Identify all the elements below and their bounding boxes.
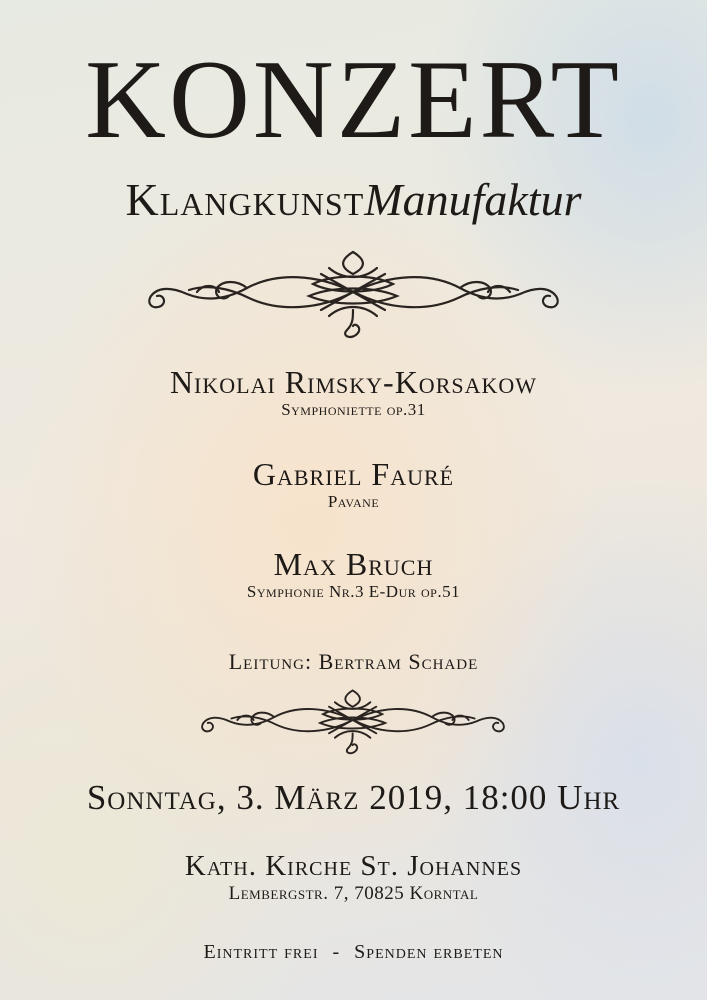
flourish-icon — [148, 250, 559, 339]
ensemble-name-italic: Manufaktur — [364, 174, 582, 225]
work-2: Pavane — [327, 492, 380, 511]
admission-note: Eintritt frei - Spenden erbeten — [0, 940, 707, 964]
concert-datetime: Sonntag, 3. März 2019, 18:00 Uhr — [86, 778, 621, 817]
venue-name: Kath. Kirche St. Johannes — [184, 850, 523, 882]
composer-3: Max Bruch — [273, 546, 434, 582]
poster-title: KONZERT — [85, 38, 622, 162]
concert-poster: KONZERT KlangkunstManufaktur Nikolai Rim… — [0, 0, 707, 1000]
donations-requested: Spenden erbeten — [354, 941, 504, 963]
ensemble-name-caps: Klangkunst — [125, 174, 365, 225]
flourish-icon — [201, 689, 505, 755]
composer-2: Gabriel Fauré — [252, 456, 455, 492]
flourish-ornament-top — [137, 244, 570, 340]
composer-1: Nikolai Rimsky-Korsakow — [169, 364, 538, 400]
admission-separator: - — [332, 941, 341, 963]
work-3: Symphonie Nr.3 E-Dur op.51 — [246, 582, 461, 601]
venue-address: Lembergstr. 7, 70825 Korntal — [228, 883, 479, 904]
flourish-ornament-bottom — [193, 684, 513, 756]
work-1: Symphoniette op.31 — [281, 400, 426, 419]
admission-free: Eintritt frei — [203, 941, 319, 963]
conductor: Leitung: Bertram Schade — [228, 649, 479, 674]
ensemble-name: KlangkunstManufaktur — [0, 172, 707, 228]
